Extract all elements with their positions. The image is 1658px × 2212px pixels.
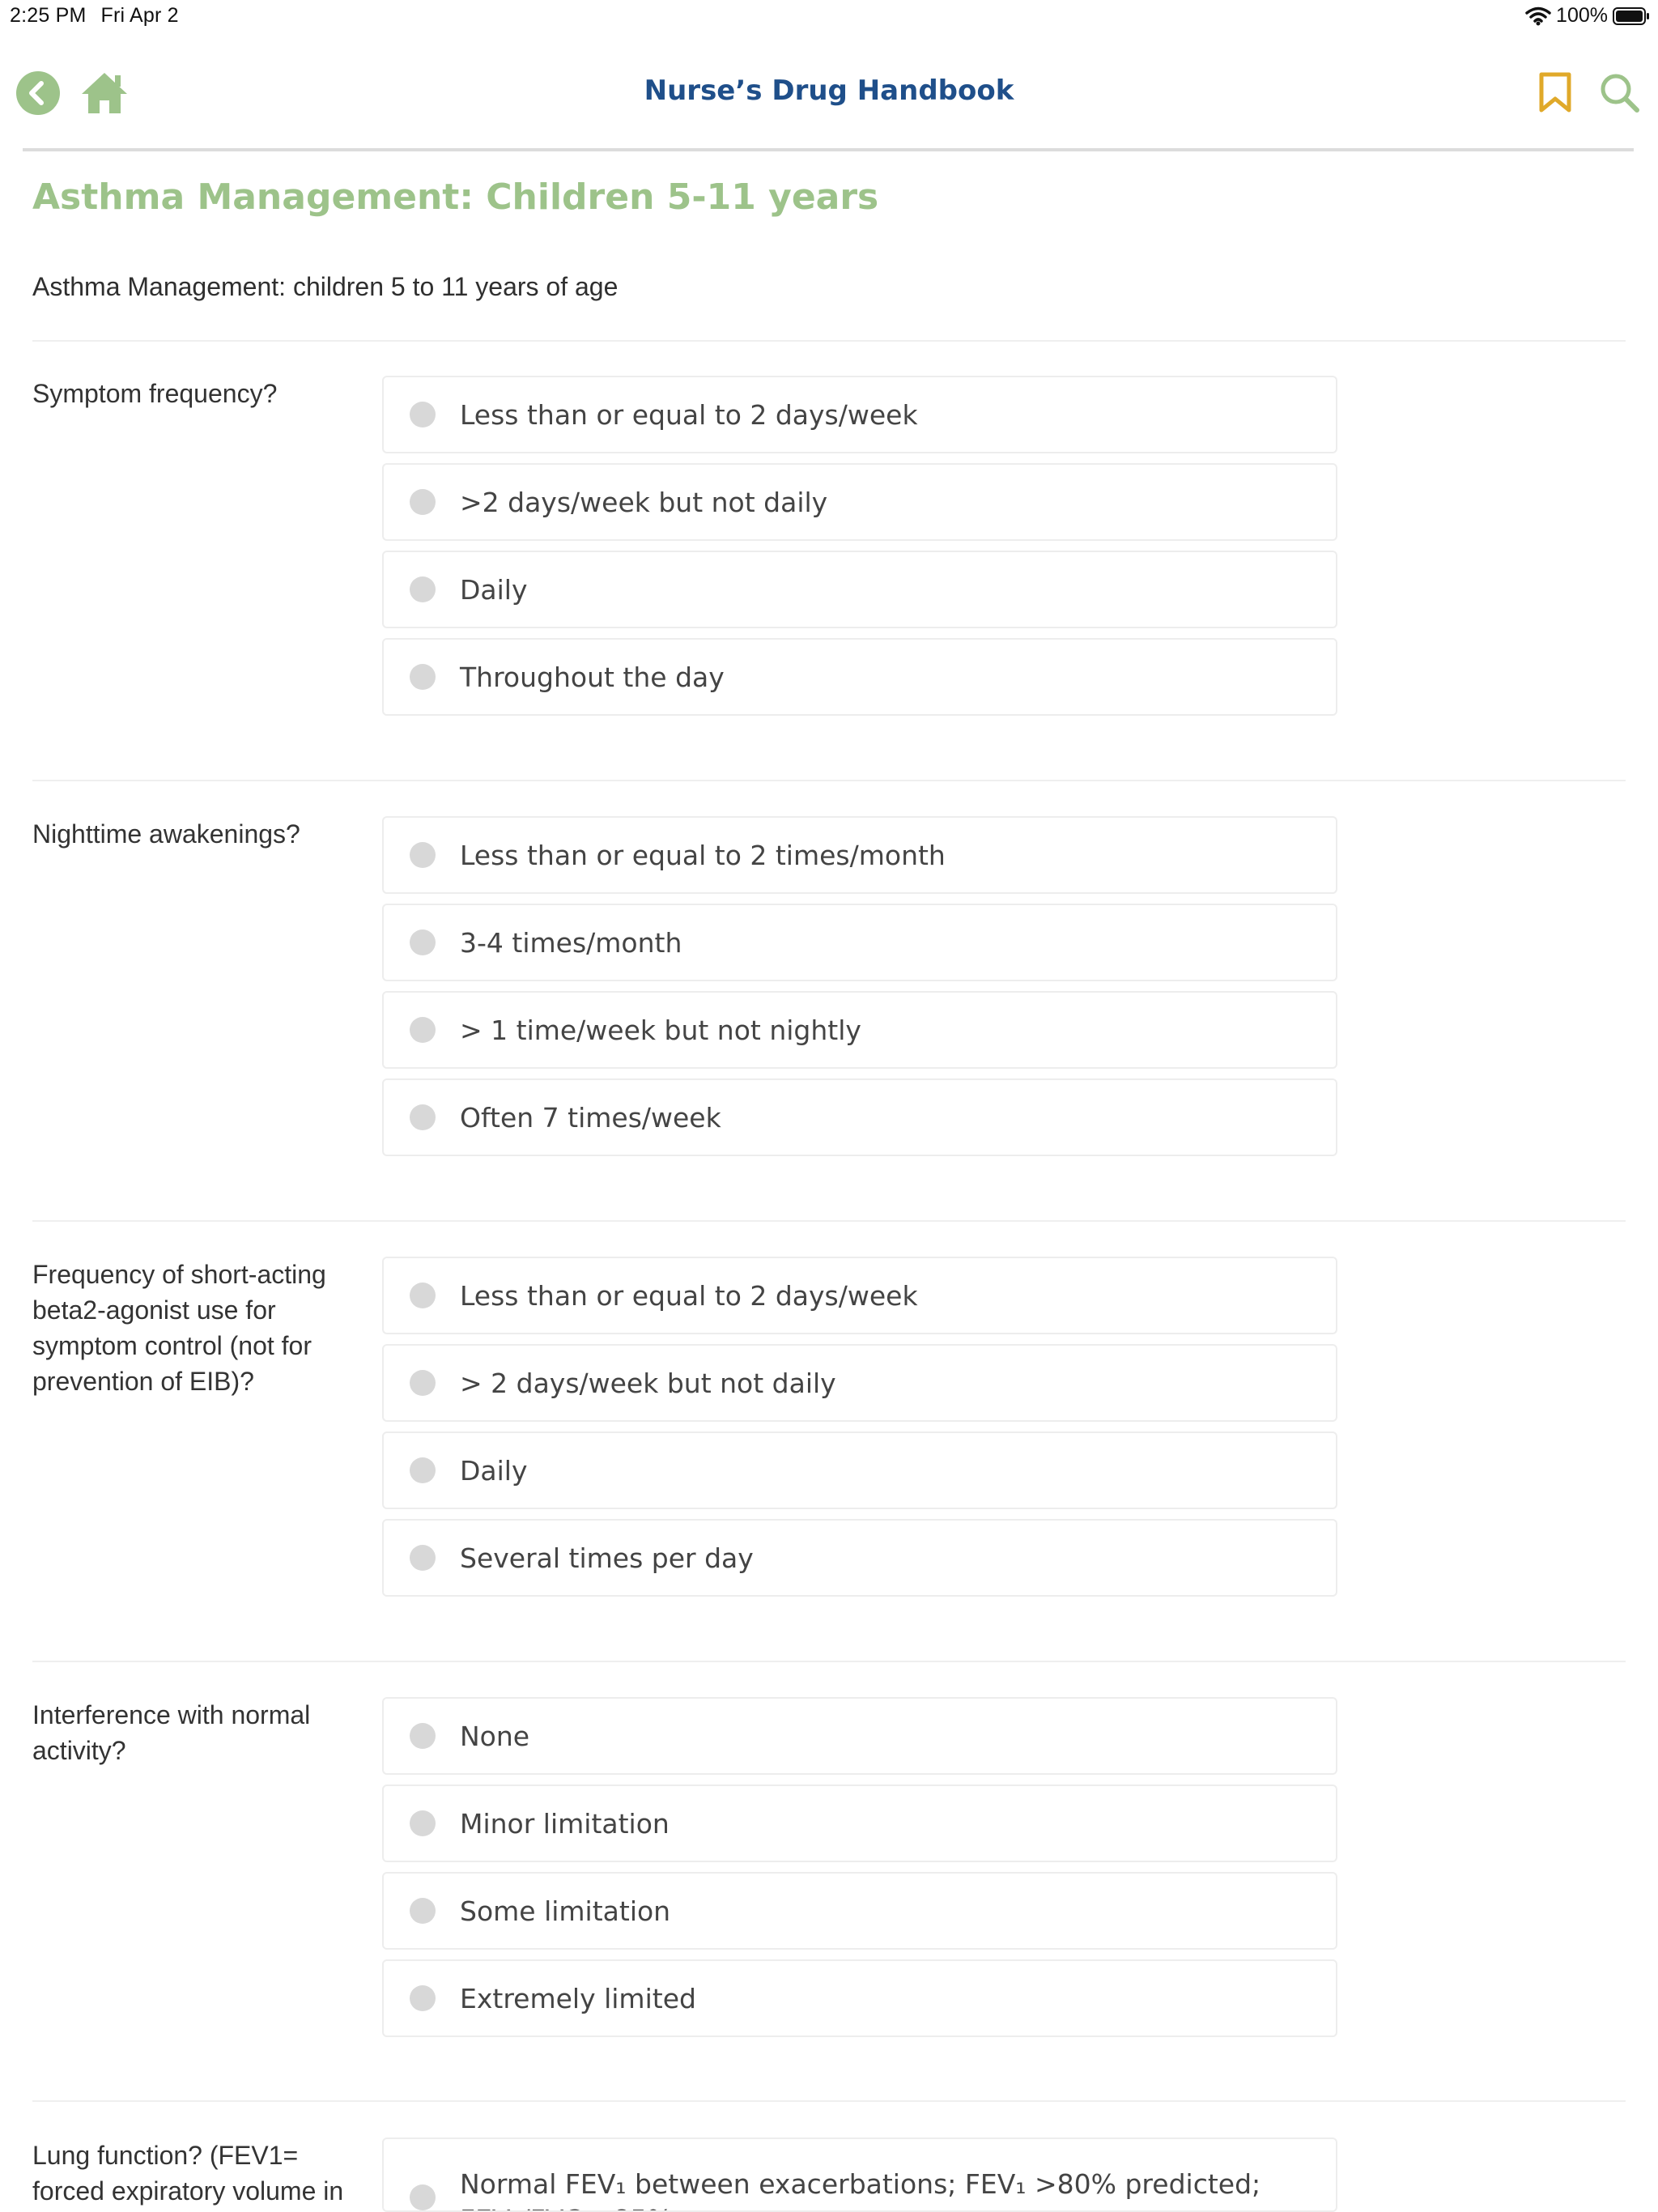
option-label: Less than or equal to 2 days/week [460,1279,918,1312]
option-radio[interactable]: >2 days/week but not daily [382,463,1337,541]
option-radio[interactable]: Throughout the day [382,638,1337,716]
search-icon [1601,74,1639,113]
option-label: Daily [460,1454,528,1487]
option-label: Some limitation [460,1895,671,1927]
question-activity-interference: Interference with normal activity? [32,1700,311,1765]
battery-icon [1613,6,1649,25]
section-divider [32,2100,1626,2102]
radio-button[interactable] [410,1985,436,2011]
option-radio[interactable]: Daily [382,1431,1337,1509]
option-label: > 2 days/week but not daily [460,1367,836,1399]
section-divider [32,780,1626,781]
radio-button[interactable] [410,1810,436,1836]
option-label: 3-4 times/month [460,926,682,959]
option-radio[interactable]: Less than or equal to 2 days/week [382,1257,1337,1334]
radio-button[interactable] [410,929,436,955]
option-radio[interactable]: Extremely limited [382,1959,1337,2037]
radio-button[interactable] [410,1457,436,1483]
question-lung-function: Lung function? (FEV1= forced expiratory … [32,2141,344,2206]
radio-button[interactable] [410,576,436,602]
radio-button[interactable] [410,489,436,515]
option-label: > 1 time/week but not nightly [460,1014,861,1046]
radio-button[interactable] [410,842,436,868]
status-date: Fri Apr 2 [100,4,179,27]
option-radio[interactable]: Normal FEV₁ between exacerbations; FEV₁ … [382,2138,1337,2212]
radio-button[interactable] [410,664,436,690]
option-radio[interactable]: > 1 time/week but not nightly [382,991,1337,1069]
option-label: Daily [460,573,528,606]
radio-button[interactable] [410,1017,436,1043]
option-label: Often 7 times/week [460,1101,721,1134]
option-radio[interactable]: Daily [382,551,1337,628]
section-divider [32,1220,1626,1222]
radio-button[interactable] [410,1898,436,1924]
page-intro: Asthma Management: children 5 to 11 year… [32,272,619,301]
option-radio[interactable]: > 2 days/week but not daily [382,1344,1337,1422]
option-label: None [460,1720,530,1752]
option-radio[interactable]: Minor limitation [382,1784,1337,1862]
bookmark-button[interactable] [1535,70,1575,115]
option-label: Throughout the day [460,661,725,693]
option-radio[interactable]: None [382,1697,1337,1775]
section-divider [32,340,1626,342]
section-divider [32,1661,1626,1662]
status-time-date: 2:25 PM Fri Apr 2 [10,4,179,28]
option-label: Extremely limited [460,1982,696,2014]
question-saba-use-frequency: Frequency of short-acting beta2-agonist … [32,1260,326,1396]
option-radio[interactable]: Less than or equal to 2 times/month [382,816,1337,894]
option-label: Minor limitation [460,1807,670,1840]
wifi-icon [1525,6,1551,25]
nav-divider [23,148,1634,151]
option-label: Less than or equal to 2 days/week [460,398,918,431]
option-label: Less than or equal to 2 times/month [460,839,946,871]
radio-button[interactable] [410,402,436,428]
status-time: 2:25 PM [10,4,87,27]
nav-title: Nurse’s Drug Handbook [644,74,1014,107]
radio-button[interactable] [410,1283,436,1308]
radio-button[interactable] [410,1370,436,1396]
radio-button[interactable] [410,1545,436,1571]
option-radio[interactable]: Some limitation [382,1872,1337,1950]
option-radio[interactable]: Less than or equal to 2 days/week [382,376,1337,453]
option-label: Normal FEV₁ between exacerbations; FEV₁ … [460,2168,1261,2210]
nav-bar: Nurse’s Drug Handbook [0,57,1658,146]
option-radio[interactable]: Several times per day [382,1519,1337,1597]
search-button[interactable] [1596,70,1642,115]
option-radio[interactable]: Often 7 times/week [382,1078,1337,1156]
radio-button[interactable] [410,2184,436,2210]
radio-button[interactable] [410,1723,436,1749]
battery-percent: 100% [1556,4,1608,27]
page-title: Asthma Management: Children 5-11 years [32,177,879,218]
status-indicators: 100% [1525,4,1650,28]
option-label: >2 days/week but not daily [460,486,828,518]
status-bar: 2:25 PM Fri Apr 2 100% [0,0,1658,32]
radio-button[interactable] [410,1104,436,1130]
option-radio[interactable]: 3-4 times/month [382,904,1337,981]
option-label: Several times per day [460,1542,754,1574]
question-symptom-frequency: Symptom frequency? [32,379,278,408]
bookmark-icon [1539,72,1571,113]
question-nighttime-awakenings: Nighttime awakenings? [32,819,300,849]
